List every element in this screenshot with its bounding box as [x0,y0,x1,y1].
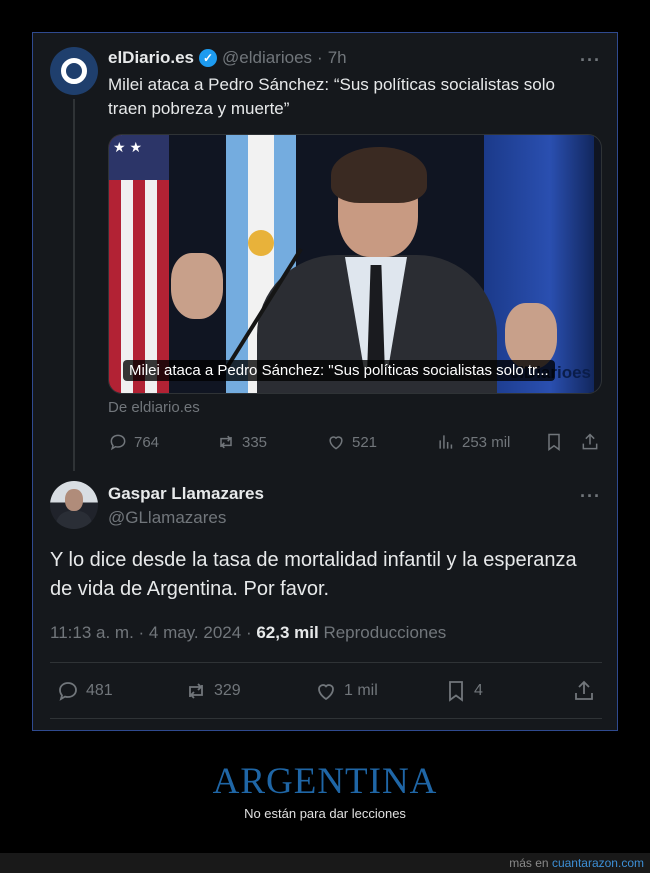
reply-button[interactable]: 764 [108,432,159,452]
bookmark-button[interactable]: 4 [444,679,483,703]
site-link[interactable]: cuantarazon.com [552,856,644,870]
gaspar-avatar[interactable] [50,481,98,529]
tweet-timestamp[interactable]: 11:13 a. m. · 4 may. 2024 [50,623,241,642]
views-count: 253 mil [462,433,511,451]
image-caption: Milei ataca a Pedro Sánchez: "Sus políti… [123,360,555,381]
reply-tweet-text: Y lo dice desde la tasa de mortalidad in… [50,549,577,600]
repost-count: 335 [242,433,268,451]
us-flag: ★ ★ [109,135,169,393]
thread-line [73,99,75,471]
more-icon[interactable]: ··· [580,50,601,71]
bookmark-icon [449,681,463,702]
news-image[interactable]: ★ ★ elDiarioes Milei ataca a Pedro Sánch… [108,134,602,394]
share-button[interactable] [572,679,596,703]
link-source[interactable]: De eldiario.es [108,399,200,416]
views-total: 62,3 mil [256,623,319,642]
quoted-tweet-text: Milei ataca a Pedro Sánchez: “Sus políti… [108,75,555,118]
repost-button[interactable]: 335 [216,432,267,452]
repost-count: 329 [214,682,241,699]
bookmark-count: 4 [474,682,483,699]
tweet-meta: 11:13 a. m. · 4 may. 2024 · 62,3 mil Rep… [50,623,446,643]
post-subtitle: No están para dar lecciones [244,806,406,821]
quoted-tweet-actions: 764 335 521 253 mil [108,432,602,454]
views-label: Reproducciones [323,623,447,642]
reply-icon [110,434,126,451]
like-button[interactable]: 1 mil [314,679,378,703]
like-button[interactable]: 521 [326,432,377,452]
share-icon [575,680,593,700]
repost-icon [189,683,203,699]
repost-button[interactable]: 329 [184,679,241,703]
verified-badge-icon: ✓ [199,49,217,67]
site-footer-bar: más en cuantarazon.com [0,853,650,873]
views-icon [439,435,453,449]
meta-separator: · [245,623,252,642]
post-title: ARGENTINA [212,761,438,802]
more-prefix: más en [509,856,549,870]
reply-count: 481 [86,682,113,699]
reply-tweet-actions: 481 329 1 mil 4 [50,679,602,703]
header-separator: · [317,48,323,67]
share-button[interactable] [580,432,600,452]
like-count: 1 mil [344,682,378,699]
reply-author-name[interactable]: Gaspar Llamazares [108,484,264,504]
quoted-tweet-header: elDiario.es ✓ @eldiarioes · 7h [108,48,347,68]
like-count: 521 [352,433,378,451]
share-icon [582,433,598,450]
reply-count: 764 [134,433,160,451]
more-at: más en cuantarazon.com [509,856,644,870]
bookmark-icon [548,433,560,451]
author-handle[interactable]: @eldiarioes [222,48,312,68]
tweet-age[interactable]: 7h [328,48,347,68]
divider [50,718,602,719]
views-button[interactable]: 253 mil [436,432,510,452]
more-icon[interactable]: ··· [580,486,601,507]
like-icon [329,436,343,450]
reply-button[interactable]: 481 [56,679,113,703]
reply-author-handle[interactable]: @GLlamazares [108,508,226,528]
repost-icon [220,435,232,449]
divider [50,662,602,663]
like-icon [318,684,334,701]
author-name[interactable]: elDiario.es [108,48,194,68]
left-hand [171,253,223,319]
bookmark-button[interactable] [544,432,564,452]
eldiario-avatar[interactable] [50,47,98,95]
reply-icon [59,682,77,701]
